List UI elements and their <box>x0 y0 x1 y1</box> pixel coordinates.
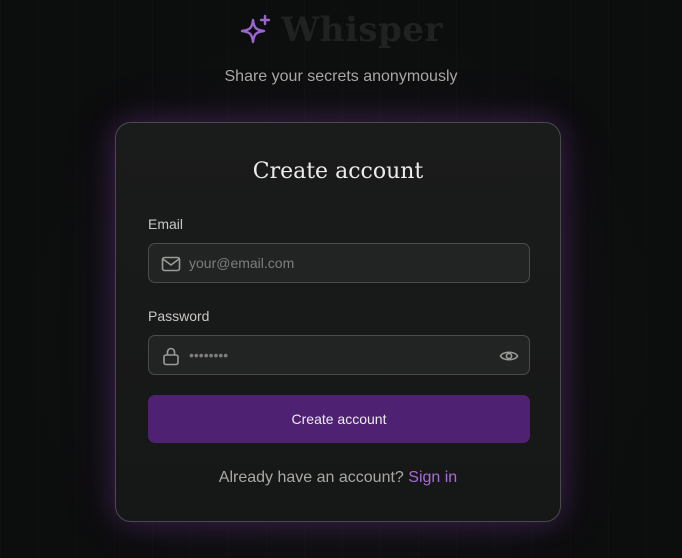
sparkles-icon <box>240 14 271 44</box>
signin-prompt-text: Already have an account? <box>218 469 404 486</box>
lock-icon <box>163 347 179 366</box>
create-account-button[interactable]: Create account <box>148 395 530 443</box>
email-label: Email <box>148 216 184 232</box>
brand-header: Whisper <box>0 8 682 52</box>
password-field[interactable] <box>148 335 530 375</box>
password-input[interactable] <box>189 336 489 374</box>
email-input[interactable] <box>189 244 489 282</box>
eye-icon[interactable] <box>499 346 519 366</box>
password-label: Password <box>148 308 210 324</box>
mail-icon <box>161 256 181 272</box>
signin-link[interactable]: Sign in <box>408 469 457 486</box>
signin-prompt: Already have an account? Sign in <box>116 469 560 487</box>
email-field[interactable] <box>148 243 530 283</box>
brand-name: Whisper <box>281 10 443 50</box>
signup-card: Create account Email Password Create acc… <box>115 122 561 522</box>
form-title: Create account <box>252 159 424 184</box>
tagline: Share your secrets anonymously <box>224 68 458 85</box>
